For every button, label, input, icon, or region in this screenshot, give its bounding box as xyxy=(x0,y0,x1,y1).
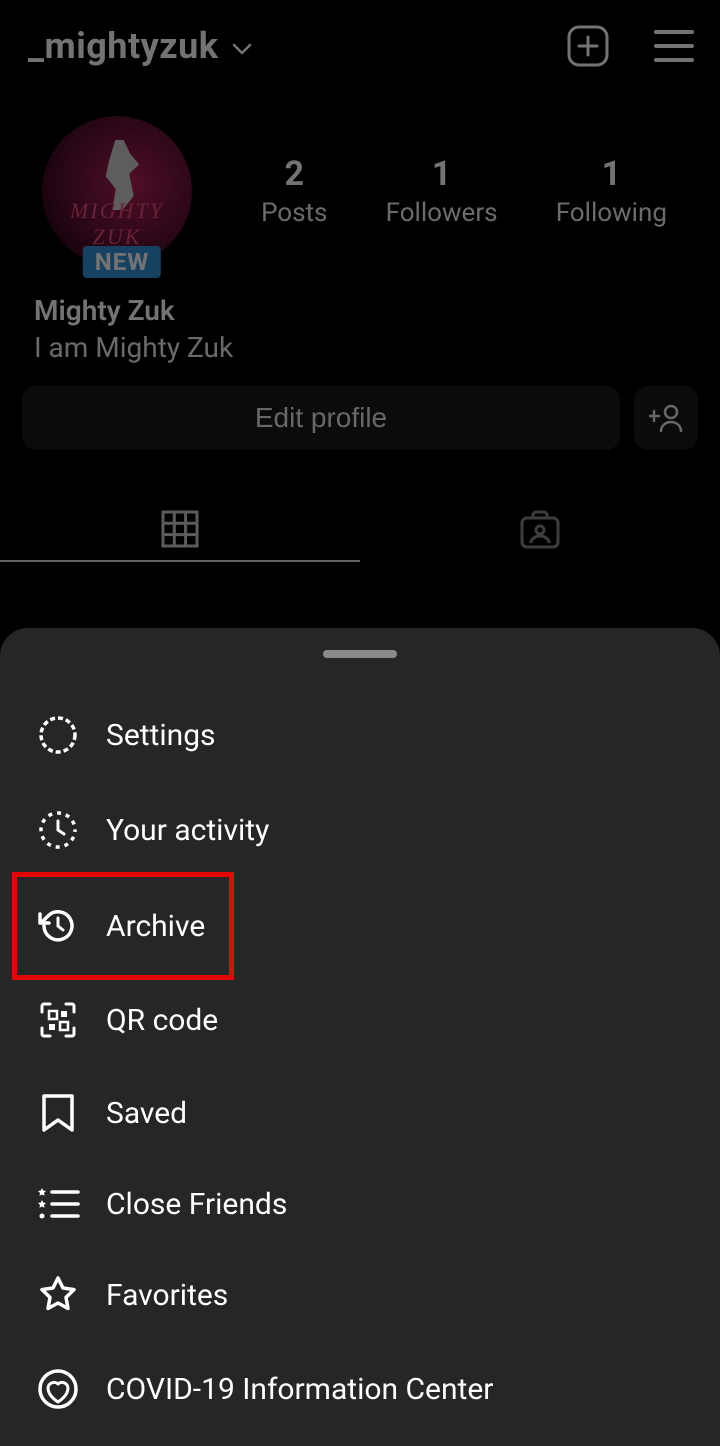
menu-label: QR code xyxy=(106,1003,218,1038)
profile-header: _mightyzuk xyxy=(0,0,720,88)
menu-label: Close Friends xyxy=(106,1187,287,1222)
edit-profile-button[interactable]: Edit profile xyxy=(22,386,620,450)
stat-posts-label: Posts xyxy=(261,198,327,228)
qr-icon xyxy=(34,1000,82,1040)
menu-label: Settings xyxy=(106,718,216,753)
tab-tagged[interactable] xyxy=(360,498,720,562)
menu-label: Favorites xyxy=(106,1278,228,1313)
menu-bottom-sheet: Settings Your activity Archive xyxy=(0,628,720,1446)
menu-item-covid[interactable]: COVID-19 Information Center xyxy=(0,1342,720,1436)
menu-item-settings[interactable]: Settings xyxy=(0,688,720,782)
sheet-handle[interactable] xyxy=(323,650,397,658)
archive-icon xyxy=(34,904,82,948)
stat-following[interactable]: 1 Following xyxy=(556,154,667,228)
discover-people-button[interactable] xyxy=(634,386,698,450)
add-person-icon xyxy=(649,403,683,433)
menu-item-saved[interactable]: Saved xyxy=(0,1066,720,1160)
activity-icon xyxy=(34,808,82,852)
menu-item-activity[interactable]: Your activity xyxy=(0,782,720,878)
tagged-icon xyxy=(519,510,561,550)
close-friends-icon xyxy=(34,1186,82,1222)
menu-label: Archive xyxy=(106,909,205,944)
stat-posts[interactable]: 2 Posts xyxy=(261,154,327,228)
menu-label: Saved xyxy=(106,1096,187,1131)
bio-section: Mighty Zuk I am Mighty Zuk xyxy=(0,266,720,364)
create-post-icon[interactable] xyxy=(566,24,610,68)
menu-item-archive[interactable]: Archive xyxy=(0,878,720,974)
favorites-icon xyxy=(34,1274,82,1316)
stat-posts-count: 2 xyxy=(261,154,327,194)
bio-text: I am Mighty Zuk xyxy=(34,331,720,364)
hamburger-menu-icon[interactable] xyxy=(654,29,694,63)
covid-info-icon xyxy=(34,1368,82,1410)
stat-followers-count: 1 xyxy=(386,154,498,194)
stat-followers[interactable]: 1 Followers xyxy=(386,154,498,228)
menu-item-favorites[interactable]: Favorites xyxy=(0,1248,720,1342)
stat-following-count: 1 xyxy=(556,154,667,194)
settings-icon xyxy=(34,714,82,756)
saved-icon xyxy=(34,1092,82,1134)
avatar-container[interactable]: MIGHTY ZUK NEW xyxy=(42,116,202,266)
menu-label: COVID-19 Information Center xyxy=(106,1372,493,1407)
grid-icon xyxy=(161,510,199,548)
profile-stats-row: MIGHTY ZUK NEW 2 Posts 1 Followers 1 Fol… xyxy=(0,88,720,266)
menu-item-close-friends[interactable]: Close Friends xyxy=(0,1160,720,1248)
new-badge: NEW xyxy=(83,246,161,278)
avatar-caption: MIGHTY ZUK xyxy=(42,198,192,250)
menu-label: Your activity xyxy=(106,813,269,848)
tab-grid[interactable] xyxy=(0,498,360,562)
chevron-down-icon[interactable] xyxy=(230,37,254,61)
profile-actions: Edit profile xyxy=(0,364,720,450)
display-name: Mighty Zuk xyxy=(34,294,720,327)
menu-item-qr[interactable]: QR code xyxy=(0,974,720,1066)
username-switcher[interactable]: _mightyzuk xyxy=(28,25,218,67)
avatar: MIGHTY ZUK xyxy=(42,116,192,266)
stat-following-label: Following xyxy=(556,198,667,228)
stat-followers-label: Followers xyxy=(386,198,498,228)
profile-tabs xyxy=(0,498,720,562)
